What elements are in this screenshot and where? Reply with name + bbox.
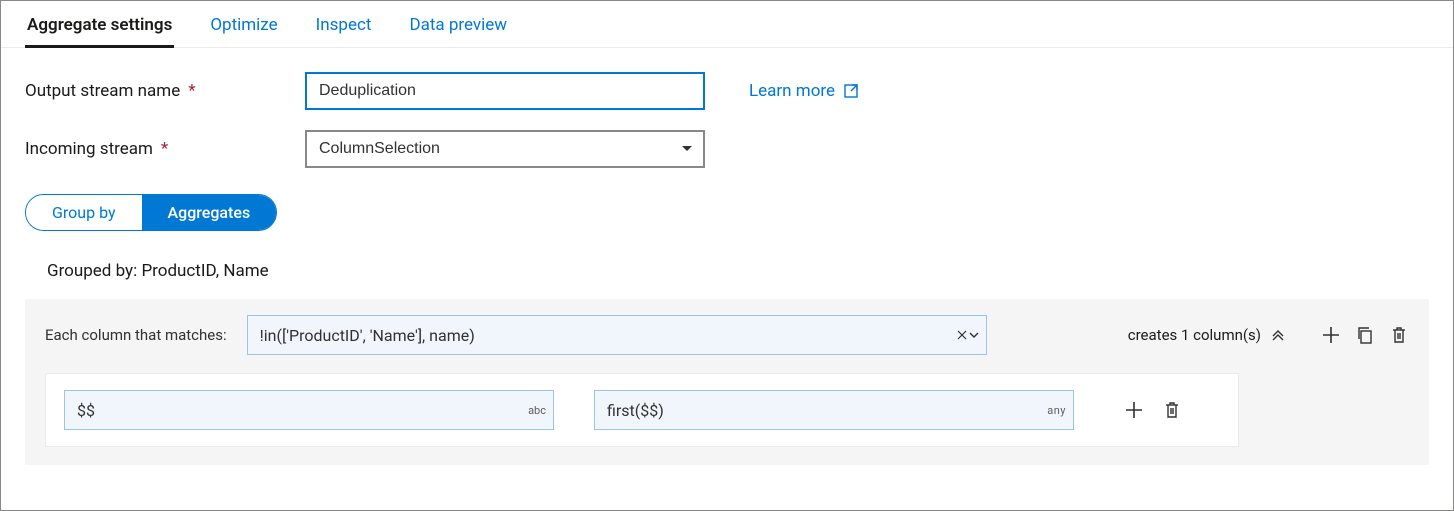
- column-name-pattern-wrap[interactable]: abc: [64, 390, 554, 430]
- required-asterisk: *: [188, 81, 195, 101]
- output-stream-input[interactable]: [305, 72, 705, 110]
- output-stream-label-text: Output stream name: [25, 81, 180, 101]
- grouped-by-summary: Grouped by: ProductID, Name: [47, 261, 1429, 281]
- column-pattern-section: Each column that matches: creates 1 colu…: [25, 299, 1429, 465]
- tab-aggregate-settings[interactable]: Aggregate settings: [25, 15, 174, 48]
- creates-columns-text: creates 1 column(s): [1128, 326, 1261, 344]
- panel-body: Output stream name * Learn more I: [1, 48, 1453, 485]
- add-icon[interactable]: [1124, 400, 1144, 420]
- chevron-down-icon[interactable]: [969, 330, 979, 340]
- learn-more-text: Learn more: [749, 81, 835, 101]
- output-stream-row: Output stream name * Learn more: [25, 72, 1429, 110]
- aggregate-settings-panel: Aggregate settings Optimize Inspect Data…: [0, 0, 1454, 511]
- aggregate-rule-row: abc ANY: [45, 373, 1239, 447]
- incoming-stream-label: Incoming stream *: [25, 139, 305, 159]
- learn-more-link[interactable]: Learn more: [749, 81, 859, 101]
- match-expression-wrap[interactable]: [247, 315, 987, 355]
- pattern-actions: [1321, 325, 1409, 345]
- delete-icon[interactable]: [1162, 400, 1182, 420]
- pattern-label: Each column that matches:: [45, 326, 227, 344]
- incoming-stream-select-wrap[interactable]: [305, 130, 705, 168]
- tab-strip: Aggregate settings Optimize Inspect Data…: [1, 1, 1453, 48]
- toggle-aggregates[interactable]: Aggregates: [142, 195, 277, 230]
- copy-icon[interactable]: [1355, 325, 1375, 345]
- aggregate-expression-wrap[interactable]: ANY: [594, 390, 1074, 430]
- expression-combo-controls[interactable]: [957, 330, 979, 340]
- output-stream-label: Output stream name *: [25, 81, 305, 101]
- tab-optimize[interactable]: Optimize: [208, 15, 279, 48]
- column-name-pattern-input[interactable]: [64, 390, 554, 430]
- required-asterisk: *: [161, 139, 168, 159]
- collapse-up-icon[interactable]: [1271, 328, 1285, 342]
- toggle-group-by[interactable]: Group by: [26, 195, 142, 230]
- external-link-icon: [843, 83, 859, 99]
- match-expression-input[interactable]: [247, 315, 987, 355]
- pattern-header-row: Each column that matches: creates 1 colu…: [45, 315, 1409, 355]
- aggregate-expression-input[interactable]: [594, 390, 1074, 430]
- tab-inspect[interactable]: Inspect: [314, 15, 374, 48]
- rule-actions: [1124, 400, 1182, 420]
- incoming-stream-label-text: Incoming stream: [25, 139, 153, 159]
- groupby-aggregates-toggle: Group by Aggregates: [25, 194, 277, 231]
- delete-icon[interactable]: [1389, 325, 1409, 345]
- incoming-stream-row: Incoming stream *: [25, 130, 1429, 168]
- incoming-stream-select[interactable]: [305, 130, 705, 168]
- add-icon[interactable]: [1321, 325, 1341, 345]
- creates-columns-label: creates 1 column(s): [1128, 326, 1285, 344]
- clear-x-icon[interactable]: [957, 330, 967, 340]
- tab-data-preview[interactable]: Data preview: [407, 15, 509, 48]
